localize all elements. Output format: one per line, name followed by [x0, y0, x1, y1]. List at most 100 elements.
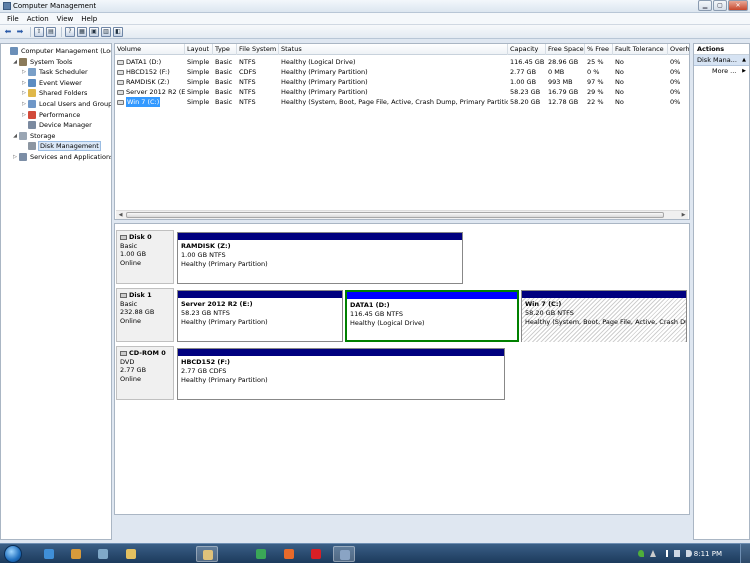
volume-icon[interactable] — [686, 550, 692, 557]
expander-icon[interactable]: ◢ — [12, 133, 18, 139]
device-icon — [28, 121, 36, 130]
forward-icon[interactable]: ➡ — [15, 27, 25, 37]
partition-name: RAMDISK (Z:) — [181, 242, 231, 250]
expander-icon[interactable]: ▷ — [21, 69, 27, 75]
taskbar-button[interactable] — [305, 546, 327, 562]
expander-icon[interactable]: ◢ — [12, 59, 18, 65]
partition-details: HBCD152 (F:) 2.77 GB CDFS Healthy (Primary… — [178, 356, 504, 387]
back-icon[interactable]: ⬅ — [3, 27, 13, 37]
table-cell: Healthy (Primary Partition) — [281, 68, 368, 76]
partition-size: 1.00 GB NTFS — [181, 251, 226, 259]
tree-item[interactable]: Computer Management (Local — [3, 46, 111, 56]
menu-action[interactable]: Action — [23, 15, 53, 23]
table-cell: NTFS — [239, 98, 256, 106]
taskbar-button[interactable] — [196, 546, 218, 562]
table-row[interactable]: HBCD152 (F:) Simple Basic CDFS Healthy (Prim… — [115, 67, 689, 77]
settings-icon[interactable]: ◧ — [113, 26, 123, 37]
tree-item[interactable]: ▷ Task Scheduler — [21, 67, 89, 77]
tree-item[interactable]: ◢ System Tools — [12, 57, 73, 67]
table-cell: 16.79 GB — [548, 88, 579, 96]
expander-icon[interactable]: ▷ — [21, 90, 27, 96]
menu-view[interactable]: View — [53, 15, 78, 23]
start-button[interactable] — [4, 545, 22, 563]
clock[interactable]: 8:11 PM — [694, 550, 722, 558]
table-cell: NTFS — [239, 78, 256, 86]
tree-item[interactable]: Disk Management — [21, 141, 101, 152]
table-cell: No — [615, 98, 624, 106]
expander-icon[interactable]: ▷ — [21, 101, 27, 107]
performance-icon — [28, 110, 36, 119]
scrollbar-thumb[interactable] — [126, 212, 664, 218]
table-row[interactable]: DATA1 (D:) Simple Basic NTFS Healthy (Logica… — [115, 57, 689, 67]
computer-icon — [10, 47, 18, 55]
table-cell: Simple — [187, 98, 210, 106]
scroll-left-icon[interactable]: ◀ — [116, 211, 125, 219]
taskbar-button[interactable] — [333, 546, 355, 562]
table-row[interactable]: RAMDISK (Z:) Simple Basic NTFS Healthy (Prim… — [115, 77, 689, 87]
disk-kind: Basic — [120, 299, 138, 308]
horizontal-scrollbar[interactable]: ◀ ▶ — [116, 210, 688, 219]
partition[interactable]: Win 7 (C:) 58.20 GB NTFS Healthy (System, … — [521, 290, 687, 342]
column-header[interactable]: Status — [279, 44, 508, 55]
maximize-button[interactable]: ▢ — [713, 0, 727, 11]
show-desktop-button[interactable] — [740, 544, 750, 563]
window-title: Computer Management — [13, 2, 97, 10]
disk-label[interactable]: Disk 0 Basic 1.00 GB Online — [116, 230, 174, 284]
partition[interactable]: DATA1 (D:) 116.45 GB NTFS Healthy (Logical… — [345, 290, 519, 342]
tray-flag-icon[interactable] — [666, 550, 668, 557]
taskbar-button[interactable] — [278, 546, 300, 562]
taskbar-button[interactable] — [65, 546, 87, 562]
column-header[interactable]: Volume — [115, 44, 185, 55]
tree-item-label: Shared Folders — [39, 89, 88, 98]
expander-icon[interactable]: ▷ — [21, 80, 27, 86]
table-cell: 28.96 GB — [548, 58, 579, 66]
volume-name: RAMDISK (Z:) — [126, 78, 170, 86]
column-header[interactable]: % Free — [585, 44, 613, 55]
taskbar-button[interactable] — [92, 546, 114, 562]
menu-help[interactable]: Help — [77, 15, 101, 23]
more-actions[interactable]: More ... ▶ — [694, 66, 749, 77]
column-header[interactable]: Overh — [668, 44, 689, 55]
column-header[interactable]: Type — [213, 44, 237, 55]
taskbar-button[interactable] — [38, 546, 60, 562]
properties-icon[interactable]: ▦ — [77, 26, 87, 37]
table-row[interactable]: Win 7 (C:) Simple Basic NTFS Healthy (System… — [115, 97, 689, 107]
column-header[interactable]: Free Space — [546, 44, 585, 55]
up-folder-icon[interactable]: ⇧ — [34, 26, 44, 37]
disk-label[interactable]: Disk 1 Basic 232.88 GB Online — [116, 288, 174, 342]
toolbar: ⬅ ➡ ⇧ ▤ ? ▦ ▣ ▥ ◧ — [0, 25, 750, 39]
column-header[interactable]: Capacity — [508, 44, 546, 55]
tree-item[interactable]: ▷ Performance — [21, 110, 81, 120]
menu-file[interactable]: File — [3, 15, 23, 23]
taskbar-button[interactable] — [120, 546, 142, 562]
minimize-button[interactable]: ▁ — [698, 0, 712, 11]
show-hidden-icons-icon[interactable] — [650, 550, 656, 557]
expander-icon[interactable]: ▷ — [12, 154, 18, 160]
tree-item[interactable]: ▷ Services and Applications — [12, 152, 111, 162]
partition[interactable]: RAMDISK (Z:) 1.00 GB NTFS Healthy (Primary… — [177, 232, 463, 284]
tree-item[interactable]: ▷ Event Viewer — [21, 78, 83, 88]
collapse-icon[interactable]: ▲ — [742, 55, 746, 65]
refresh-icon[interactable]: ▣ — [89, 26, 99, 37]
scroll-right-icon[interactable]: ▶ — [679, 211, 688, 219]
taskbar-button[interactable] — [250, 546, 272, 562]
network-icon[interactable] — [674, 550, 680, 557]
tree-item[interactable]: ◢ Storage — [12, 131, 56, 141]
help-icon[interactable]: ? — [65, 26, 75, 37]
actions-section-disk-management[interactable]: Disk Mana... ▲ — [694, 55, 749, 66]
column-header[interactable]: Fault Tolerance — [613, 44, 668, 55]
table-row[interactable]: Server 2012 R2 (E:) Simple Basic NTFS Health… — [115, 87, 689, 97]
column-header[interactable]: File System — [237, 44, 279, 55]
partition[interactable]: Server 2012 R2 (E:) 58.23 GB NTFS Healthy … — [177, 290, 343, 342]
show-hide-tree-icon[interactable]: ▤ — [46, 26, 56, 37]
export-list-icon[interactable]: ▥ — [101, 26, 111, 37]
disk-label[interactable]: CD-ROM 0 DVD 2.77 GB Online — [116, 346, 174, 400]
partition[interactable]: HBCD152 (F:) 2.77 GB CDFS Healthy (Primary… — [177, 348, 505, 400]
tree-item[interactable]: ▷ Local Users and Groups — [21, 99, 111, 109]
tree-item[interactable]: ▷ Shared Folders — [21, 88, 88, 98]
column-header[interactable]: Layout — [185, 44, 213, 55]
tray-leaf-icon[interactable] — [638, 550, 644, 557]
tree-item[interactable]: Device Manager — [21, 120, 93, 130]
close-button[interactable]: ✕ — [728, 0, 748, 11]
expander-icon[interactable]: ▷ — [21, 112, 27, 118]
